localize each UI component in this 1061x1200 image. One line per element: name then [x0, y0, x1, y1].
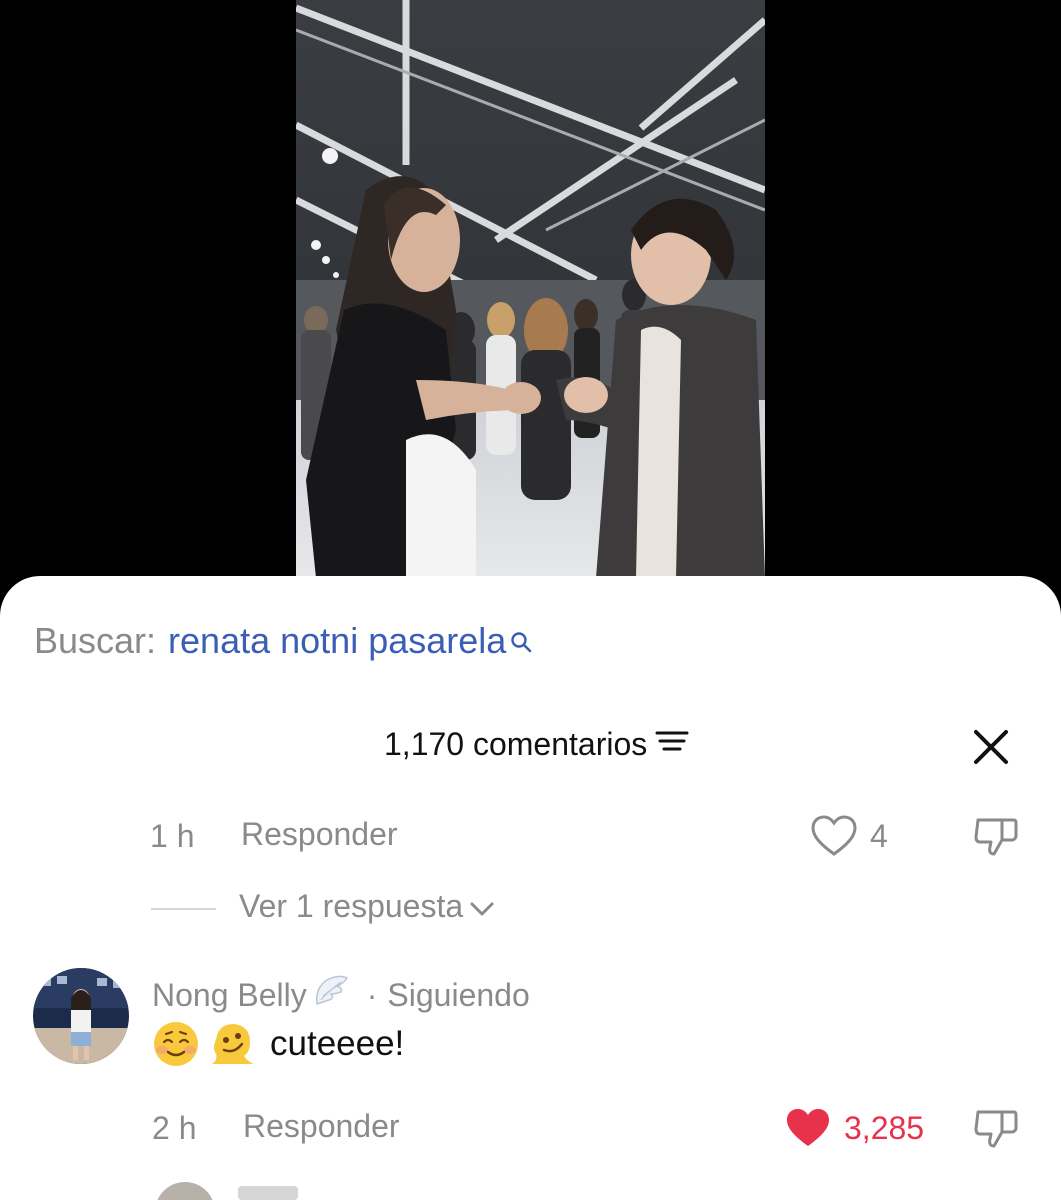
reply-button[interactable]: Responder — [241, 816, 398, 853]
reply-button[interactable]: Responder — [243, 1108, 400, 1145]
comment-time: 1 h — [150, 818, 195, 854]
like-count: 4 — [870, 817, 888, 854]
comment-actions-row: 1 h Responder 4 — [0, 814, 1061, 858]
close-button[interactable] — [970, 726, 1012, 768]
comment-actions-row: 2 h Responder 3,285 — [0, 1106, 1061, 1150]
close-icon — [974, 730, 1008, 764]
comment-username-partial — [238, 1186, 298, 1200]
like-button[interactable]: 4 — [810, 814, 888, 858]
heart-outline-icon — [811, 815, 857, 856]
dislike-button[interactable] — [972, 814, 1020, 858]
separator-dot: · — [366, 976, 378, 1013]
heart-filled-icon — [787, 1109, 829, 1146]
view-replies-button[interactable]: Ver 1 respuesta — [239, 886, 495, 927]
video-player[interactable] — [296, 0, 765, 578]
dislike-button[interactable] — [972, 1106, 1020, 1150]
replies-divider — [151, 908, 216, 910]
comments-count: 1,170 comentarios — [384, 726, 648, 762]
sort-icon[interactable] — [655, 726, 689, 763]
angel-wing-icon — [313, 974, 349, 1016]
search-suggestion[interactable]: Buscar: renata notni pasarela — [34, 620, 534, 664]
comment-username[interactable]: Nong Belly — [152, 977, 307, 1014]
chevron-down-icon — [469, 890, 495, 927]
comment-text: cuteeee! — [270, 1024, 405, 1063]
thumbs-down-icon — [974, 818, 1018, 856]
comment-time: 2 h — [152, 1110, 197, 1146]
comments-header: 1,170 comentarios — [0, 726, 1061, 766]
avatar[interactable] — [155, 1182, 215, 1200]
video-frame — [296, 0, 765, 578]
view-replies-label: Ver 1 respuesta — [239, 888, 464, 924]
video-area — [0, 0, 1061, 600]
comment-item: Nong Belly · Siguiendo cuteeee! — [0, 968, 1061, 1078]
comment-content: cuteeee! — [152, 1020, 404, 1068]
following-status: Siguiendo — [387, 976, 530, 1013]
search-query-link[interactable]: renata notni pasarela — [168, 620, 506, 662]
melting-face-icon — [208, 1020, 256, 1068]
avatar[interactable] — [33, 968, 129, 1064]
comments-sheet: Buscar: renata notni pasarela 1,170 come… — [0, 576, 1061, 1200]
view-replies-row: Ver 1 respuesta — [0, 886, 1061, 930]
smiling-face-icon — [152, 1020, 200, 1068]
search-icon[interactable] — [510, 622, 534, 664]
search-prefix: Buscar: — [34, 620, 157, 661]
comment-header: Nong Belly · Siguiendo — [152, 974, 530, 1016]
like-count: 3,285 — [844, 1109, 925, 1146]
like-button[interactable]: 3,285 — [784, 1106, 924, 1150]
comments-count-title: 1,170 comentarios — [384, 726, 689, 763]
thumbs-down-icon — [974, 1110, 1018, 1148]
